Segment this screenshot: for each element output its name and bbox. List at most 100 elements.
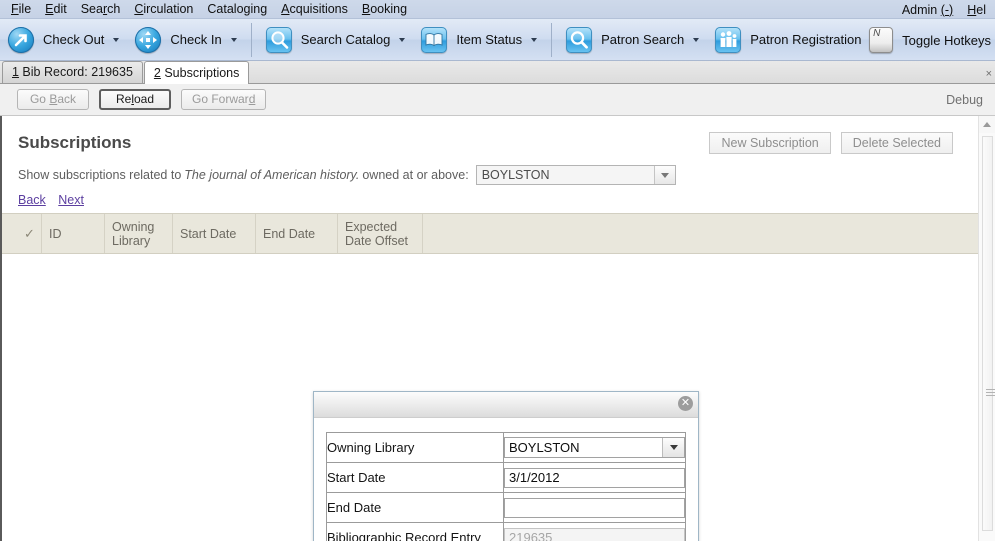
go-forward-button[interactable]: Go Forward [181, 89, 267, 110]
dialog-field-cell-end-date [503, 492, 686, 523]
dialog-field-cell-owning-library: BOYLSTON [503, 432, 686, 463]
toolbar-separator [551, 22, 553, 57]
patron-search-icon [566, 26, 593, 53]
dialog-title-bar: ✕ [314, 392, 698, 418]
go-back-accel: B [49, 92, 58, 106]
chevron-down-icon[interactable] [230, 37, 237, 42]
dialog-row-bib-record-entry: Bibliographic Record Entry 219635 [326, 522, 686, 541]
paging-next-link[interactable]: Next [58, 193, 84, 207]
column-header-id[interactable]: ID [42, 214, 105, 253]
chevron-down-icon[interactable] [653, 166, 675, 184]
toolbar-check-in-label: Check In [170, 32, 222, 47]
tab-bib-record-number: 1 [12, 65, 19, 79]
menu-bar-right: Admin (-) Hel [895, 0, 995, 19]
menu-item-acquisitions[interactable]: Acquisitions [274, 1, 355, 17]
menu-item-help[interactable]: Hel [960, 2, 993, 18]
scroll-up-arrow-icon[interactable] [979, 116, 995, 133]
toolbar-search-catalog-label: Search Catalog [300, 32, 391, 47]
dialog-bib-record-entry-input: 219635 [504, 527, 685, 541]
chevron-down-icon[interactable] [662, 438, 684, 457]
column-header-select-all[interactable]: ✓ [18, 214, 42, 253]
check-in-icon [135, 26, 162, 53]
dialog-body: Owning Library BOYLSTON Start Date 3/1/2… [314, 418, 698, 541]
owning-library-filter-select[interactable]: BOYLSTON [475, 165, 676, 185]
subscriptions-table-header: ✓ ID Owning Library Start Date End Date … [2, 213, 978, 254]
dialog-row-end-date: End Date [326, 492, 686, 523]
dialog-fields-table: Owning Library BOYLSTON Start Date 3/1/2… [326, 432, 686, 541]
toolbar-toggle-hotkeys-button[interactable]: N Toggle Hotkeys [861, 19, 995, 60]
page-action-buttons: New Subscription Delete Selected [699, 132, 953, 154]
menu-item-booking[interactable]: Booking [355, 1, 414, 17]
menu-item-search[interactable]: Search [74, 1, 128, 17]
show-suffix-label: owned at or above: [362, 168, 469, 182]
paging-back-link[interactable]: Back [18, 193, 46, 207]
show-prefix-label: Show subscriptions related to [18, 168, 182, 182]
dialog-end-date-input[interactable] [504, 497, 685, 518]
toolbar-patron-search-button[interactable]: Patron Search [558, 19, 707, 60]
toolbar-patron-registration-label: Patron Registration [750, 32, 862, 47]
toolbar-right-group: N Toggle Hotkeys [851, 19, 995, 60]
keyboard-key-glyph: N [873, 28, 881, 39]
new-subscription-button[interactable]: New Subscription [709, 132, 831, 154]
dialog-label-end-date: End Date [326, 492, 504, 523]
subscriptions-page: Subscriptions Show subscriptions related… [0, 116, 978, 541]
dialog-start-date-input[interactable]: 3/1/2012 [504, 467, 685, 488]
content-wrapper: Subscriptions Show subscriptions related… [0, 116, 995, 541]
debug-label[interactable]: Debug [946, 93, 983, 107]
chevron-down-icon[interactable] [531, 37, 538, 42]
tab-subscriptions-label: Subscriptions [160, 66, 240, 80]
tab-subscriptions[interactable]: 2 Subscriptions [143, 61, 250, 84]
tab-strip: 1 Bib Record: 219635 2 Subscriptions × [0, 61, 995, 84]
delete-selected-button[interactable]: Delete Selected [840, 132, 953, 154]
tab-bib-record[interactable]: 1 Bib Record: 219635 [2, 61, 143, 83]
menu-item-circulation[interactable]: Circulation [127, 1, 200, 17]
tab-subscriptions-number: 2 [153, 66, 161, 80]
tab-bib-record-label: Bib Record: 219635 [18, 65, 133, 79]
go-forward-accel: d [248, 92, 256, 106]
chevron-down-icon[interactable] [693, 37, 700, 42]
toolbar-separator [250, 22, 252, 57]
column-header-start-date[interactable]: Start Date [173, 214, 256, 253]
column-header-filler [423, 214, 978, 253]
close-icon[interactable]: ✕ [678, 396, 693, 411]
dialog-label-bib-record-entry: Bibliographic Record Entry [326, 522, 504, 541]
menu-item-admin[interactable]: Admin (-) [895, 2, 960, 18]
column-header-expected-date-offset[interactable]: Expected Date Offset [338, 214, 423, 253]
toolbar-check-out-button[interactable]: Check Out [0, 19, 127, 60]
dialog-field-cell-start-date: 3/1/2012 [503, 462, 686, 493]
chevron-down-icon[interactable] [113, 37, 120, 42]
menu-bar: File Edit Search Circulation Cataloging … [0, 0, 995, 19]
toolbar-search-catalog-button[interactable]: Search Catalog [258, 19, 414, 60]
close-icon[interactable]: × [986, 68, 992, 80]
menu-item-edit[interactable]: Edit [38, 1, 74, 17]
main-toolbar: Check Out Check In Search Catalog Item S… [0, 19, 995, 61]
scrollbar-thumb[interactable] [982, 136, 995, 531]
search-catalog-icon [265, 26, 292, 53]
menu-item-file[interactable]: File [4, 1, 38, 17]
reload-button[interactable]: Reload [99, 89, 171, 110]
vertical-scrollbar[interactable] [978, 116, 995, 541]
menu-item-cataloging[interactable]: Cataloging [200, 1, 274, 17]
dialog-field-cell-bib-record-entry: 219635 [503, 522, 686, 541]
show-subscriptions-line: Show subscriptions related to The journa… [18, 165, 978, 185]
column-header-end-date[interactable]: End Date [256, 214, 338, 253]
toolbar-item-status-label: Item Status [456, 32, 523, 47]
dialog-row-owning-library: Owning Library BOYLSTON [326, 432, 686, 463]
toolbar-check-in-button[interactable]: Check In [127, 19, 244, 60]
dialog-label-owning-library: Owning Library [326, 432, 504, 463]
patron-registration-icon [715, 26, 742, 53]
dialog-owning-library-value: BOYLSTON [509, 440, 580, 455]
paging-links: Back Next [18, 193, 978, 207]
reload-accel: l [131, 92, 134, 106]
go-back-button[interactable]: Go Back [17, 89, 89, 110]
toolbar-patron-search-label: Patron Search [601, 32, 685, 47]
record-title-label: The journal of American history. [184, 168, 360, 182]
column-header-owning-library[interactable]: Owning Library [105, 214, 173, 253]
dialog-owning-library-select[interactable]: BOYLSTON [504, 437, 685, 458]
chevron-down-icon[interactable] [399, 37, 406, 42]
dialog-row-start-date: Start Date 3/1/2012 [326, 462, 686, 493]
toolbar-toggle-hotkeys-label: Toggle Hotkeys [902, 32, 991, 48]
item-status-icon [421, 26, 448, 53]
scrollbar-grip-icon [986, 389, 995, 396]
toolbar-item-status-button[interactable]: Item Status [413, 19, 545, 60]
